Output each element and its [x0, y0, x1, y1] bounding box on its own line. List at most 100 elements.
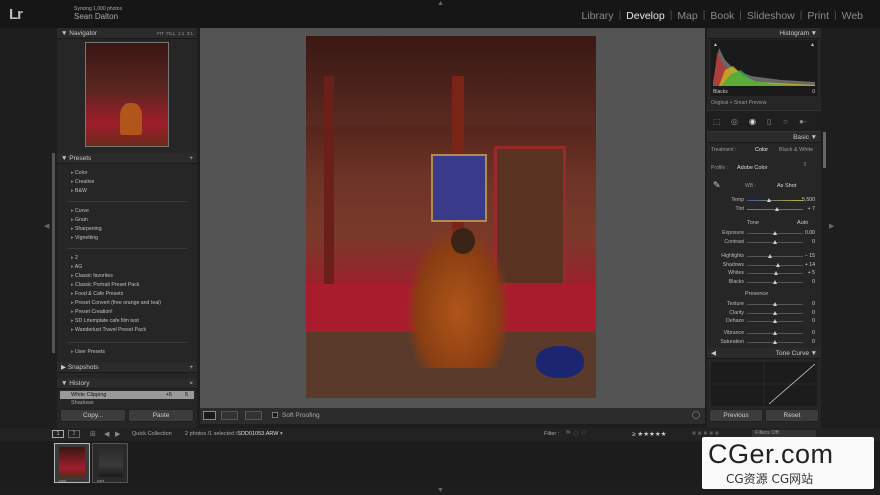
- copy-settings-button[interactable]: Copy...: [60, 409, 126, 422]
- preset-folder[interactable]: AG: [71, 264, 83, 270]
- slider-thumb[interactable]: [768, 254, 773, 258]
- filmstrip-filename[interactable]: SDD01053.ARW: [237, 431, 278, 437]
- preset-folder[interactable]: 2: [71, 255, 78, 261]
- previous-settings-button[interactable]: Previous: [709, 409, 763, 422]
- slider-value[interactable]: 0: [812, 318, 815, 324]
- preset-folder[interactable]: Food & Cafe Presets: [71, 291, 123, 297]
- presets-header[interactable]: ▼ Presets +: [57, 153, 197, 164]
- slider-thumb[interactable]: [772, 239, 777, 244]
- star-rating-filter[interactable]: ≥ ★★★★★: [632, 430, 667, 438]
- paste-settings-button[interactable]: Paste: [128, 409, 194, 422]
- preset-folder[interactable]: Grain: [71, 217, 88, 223]
- tone-curve-graph[interactable]: [711, 362, 817, 406]
- slider-value[interactable]: + 5: [808, 270, 815, 276]
- slider-thumb[interactable]: [776, 262, 781, 267]
- highlight-clipping-icon[interactable]: ▲: [810, 42, 815, 48]
- preset-folder[interactable]: Preset Convert (free orange and teal): [71, 300, 161, 306]
- navigator-header[interactable]: ▼ Navigator FIT FILL 1:1 3:1: [57, 28, 197, 39]
- loupe-view-icon[interactable]: [203, 411, 216, 420]
- filmstrip-source[interactable]: Quick Collection: [132, 431, 172, 437]
- soft-proofing-checkbox[interactable]: [272, 412, 278, 418]
- slider-thumb[interactable]: [772, 310, 777, 315]
- adjustment-brush-icon[interactable]: ●-: [799, 117, 807, 126]
- zoom-fill[interactable]: FILL: [166, 31, 175, 36]
- left-panel-toggle-icon[interactable]: ◀: [44, 222, 49, 230]
- zoom-1-1[interactable]: 1:1: [178, 31, 184, 36]
- filmstrip-thumbnail-selected[interactable]: •••••: [54, 443, 90, 483]
- top-panel-toggle-icon[interactable]: ▲: [437, 0, 444, 7]
- secondary-window-button[interactable]: 2: [68, 430, 80, 438]
- flag-filter-icons[interactable]: ⚑ ◇ ⚐: [565, 429, 587, 437]
- slider-value[interactable]: 5,500: [802, 197, 815, 203]
- histogram[interactable]: ▲ ▲ Blacks 0: [711, 40, 817, 96]
- shadow-clipping-icon[interactable]: ▲: [713, 42, 718, 48]
- slider-value[interactable]: 0: [812, 310, 815, 316]
- slider-thumb[interactable]: [774, 271, 779, 275]
- module-library[interactable]: Library: [576, 10, 618, 22]
- spot-removal-icon[interactable]: ◎: [731, 117, 738, 126]
- history-item-active[interactable]: White Clipping +5 5: [60, 391, 194, 399]
- slider-thumb[interactable]: [775, 206, 780, 211]
- preset-folder[interactable]: SD Lrtemplate cafe film test: [71, 318, 139, 324]
- reset-button[interactable]: Reset: [765, 409, 819, 422]
- preset-folder[interactable]: B&W: [71, 188, 87, 194]
- bottom-panel-toggle-icon[interactable]: ▼: [437, 487, 444, 494]
- module-map[interactable]: Map: [672, 10, 702, 22]
- history-item[interactable]: Shadows: [71, 400, 94, 404]
- red-eye-icon[interactable]: ◉: [749, 117, 756, 126]
- preset-folder[interactable]: Creative: [71, 179, 94, 185]
- slider-thumb[interactable]: [772, 331, 777, 335]
- right-panel-toggle-icon[interactable]: ▶: [829, 222, 834, 230]
- module-book[interactable]: Book: [705, 10, 739, 22]
- slider-value[interactable]: 0: [812, 330, 815, 336]
- forward-arrow-icon[interactable]: ▶: [115, 430, 120, 438]
- slider-value[interactable]: 0: [812, 339, 815, 345]
- slider-thumb[interactable]: [772, 339, 777, 344]
- toolbar-menu-icon[interactable]: [692, 411, 700, 419]
- preset-folder[interactable]: Color: [71, 170, 87, 176]
- color-label-filter-icons[interactable]: ■ ■ ■ ■ ■: [692, 430, 719, 437]
- module-print[interactable]: Print: [802, 10, 834, 22]
- profile-dropdown[interactable]: Adobe Color: [737, 165, 768, 171]
- treatment-bw-button[interactable]: Black & White: [779, 147, 813, 153]
- slider-track[interactable]: [747, 264, 803, 266]
- crop-tool-icon[interactable]: ⬚: [713, 117, 721, 126]
- slider-thumb[interactable]: [772, 319, 777, 323]
- filmstrip-thumbnail[interactable]: •••••: [92, 443, 128, 483]
- before-after-icon[interactable]: [221, 411, 238, 420]
- add-snapshot-icon[interactable]: +: [189, 362, 193, 373]
- graduated-filter-icon[interactable]: ▯: [767, 117, 771, 126]
- slider-value[interactable]: − 15: [805, 253, 815, 259]
- treatment-color-button[interactable]: Color: [755, 147, 768, 153]
- tone-auto-button[interactable]: Auto: [797, 220, 808, 226]
- slider-thumb[interactable]: [772, 302, 777, 306]
- preset-folder[interactable]: Preset Creation!: [71, 309, 112, 315]
- right-panel-scrollbar[interactable]: [823, 132, 826, 168]
- slider-value[interactable]: 0: [812, 279, 815, 285]
- slider-thumb[interactable]: [772, 279, 777, 284]
- slider-value[interactable]: 0: [812, 239, 815, 245]
- preset-folder[interactable]: Classic favorites: [71, 273, 113, 279]
- basic-header[interactable]: Basic ▼: [707, 132, 821, 143]
- clear-history-icon[interactable]: ×: [189, 378, 193, 389]
- slider-track[interactable]: [747, 200, 803, 201]
- navigator-preview[interactable]: [85, 42, 169, 147]
- module-develop[interactable]: Develop: [621, 10, 670, 22]
- histogram-header[interactable]: Histogram ▼: [707, 28, 821, 39]
- wb-dropdown[interactable]: As Shot: [777, 183, 796, 189]
- preset-folder[interactable]: Curve: [71, 208, 89, 214]
- preset-folder[interactable]: User Presets: [71, 349, 105, 355]
- snapshots-header[interactable]: ▶ Snapshots +: [57, 362, 197, 373]
- radial-filter-icon[interactable]: ○: [783, 117, 788, 126]
- slider-track[interactable]: [747, 256, 803, 257]
- preset-folder[interactable]: Classic Portrait Preset Pack: [71, 282, 139, 288]
- before-after-swap-icon[interactable]: [245, 411, 262, 420]
- wb-selector-eyedropper-icon[interactable]: ✎: [713, 180, 721, 191]
- slider-value[interactable]: + 14: [805, 262, 815, 268]
- module-web[interactable]: Web: [837, 10, 868, 22]
- slider-value[interactable]: 0: [812, 301, 815, 307]
- add-preset-icon[interactable]: +: [189, 153, 193, 164]
- grid-view-icon[interactable]: ⊞: [90, 430, 96, 438]
- zoom-3-1[interactable]: 3:1: [187, 31, 193, 36]
- history-header[interactable]: ▼ History ×: [57, 378, 197, 389]
